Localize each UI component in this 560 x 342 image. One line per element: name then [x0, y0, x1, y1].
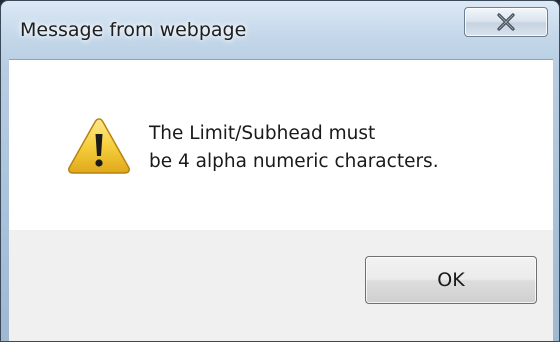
- dialog-footer: OK: [9, 230, 553, 341]
- close-icon: [497, 13, 515, 31]
- message-line-1: The Limit/Subhead must: [149, 123, 376, 144]
- warning-icon: [68, 118, 130, 174]
- message-dialog: Message from webpage The Limit/Subhead m…: [0, 0, 560, 342]
- dialog-message: The Limit/Subhead must be 4 alpha numeri…: [149, 120, 439, 176]
- dialog-content: The Limit/Subhead must be 4 alpha numeri…: [9, 59, 553, 341]
- close-button[interactable]: [464, 7, 548, 37]
- message-line-2: be 4 alpha numeric characters.: [149, 151, 439, 172]
- ok-button[interactable]: OK: [365, 256, 537, 304]
- dialog-title: Message from webpage: [20, 19, 247, 41]
- dialog-titlebar[interactable]: Message from webpage: [1, 1, 559, 59]
